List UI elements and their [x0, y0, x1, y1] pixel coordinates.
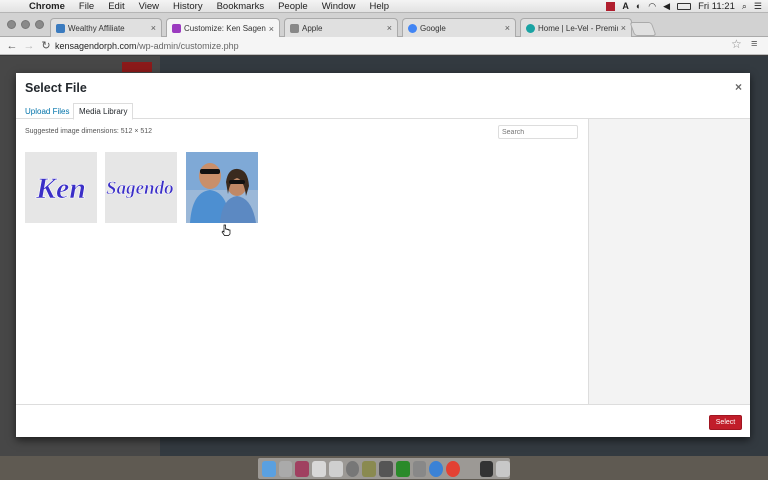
- back-arrow-icon[interactable]: ←: [5, 40, 19, 52]
- app-icon[interactable]: [295, 460, 310, 477]
- modal-footer: Select: [16, 404, 750, 437]
- menu-people[interactable]: People: [271, 1, 315, 12]
- modal-title: Select File: [25, 81, 87, 95]
- attachment-details-sidebar: [588, 119, 750, 404]
- mac-dock: [0, 456, 768, 480]
- media-search-input[interactable]: [498, 125, 578, 139]
- modal-tabs: Upload Files Media Library: [16, 99, 750, 120]
- ken-logo-text: Ken: [35, 172, 86, 205]
- tool-icon[interactable]: [412, 460, 427, 477]
- couple-photo-image: [186, 152, 258, 223]
- apple-favicon-icon: [290, 23, 299, 33]
- tab-wealthy-affiliate[interactable]: Wealthy Affiliate ×: [50, 18, 162, 37]
- thumbnail-sagendorph-logo[interactable]: Sagendo: [105, 152, 177, 223]
- tab-apple[interactable]: Apple ×: [284, 18, 398, 37]
- close-icon[interactable]: ×: [735, 80, 742, 94]
- dock-separator: [463, 461, 477, 477]
- media-toolbar: Suggested image dimensions: 512 × 512: [16, 124, 588, 140]
- menu-help[interactable]: Help: [362, 1, 396, 12]
- thumbnail-ken-logo[interactable]: Ken: [25, 152, 97, 223]
- wordpress-favicon-icon: [172, 24, 181, 33]
- chrome-icon[interactable]: [446, 460, 460, 477]
- close-tab-icon[interactable]: ×: [505, 23, 510, 33]
- hand-cursor-icon: [221, 224, 231, 236]
- tab-customize[interactable]: Customize: Ken Sagendorph ×: [166, 18, 280, 38]
- address-path: /wp-admin/customize.php: [136, 41, 239, 51]
- forward-arrow-icon[interactable]: →: [22, 40, 36, 52]
- adobe-icon[interactable]: A: [622, 1, 629, 11]
- sync-icon[interactable]: ◐: [636, 1, 641, 11]
- backdrop-button: [122, 62, 152, 72]
- finder-icon[interactable]: [262, 460, 276, 477]
- terminal-icon[interactable]: [479, 460, 494, 477]
- app-status-icon[interactable]: [606, 1, 616, 11]
- close-tab-icon[interactable]: ×: [387, 23, 392, 33]
- address-bar[interactable]: kensagendorph.com/wp-admin/customize.php: [55, 39, 745, 53]
- tab-label: Customize: Ken Sagendorph: [184, 24, 266, 33]
- le-vel-favicon-icon: [526, 23, 535, 33]
- battery-icon[interactable]: [677, 2, 692, 10]
- utility-icon[interactable]: [362, 460, 377, 477]
- reload-icon[interactable]: ↻: [39, 39, 53, 52]
- tab-label: Google: [420, 23, 446, 33]
- minimize-window-button[interactable]: [21, 20, 30, 29]
- address-host: kensagendorph.com: [55, 41, 137, 51]
- notes-icon[interactable]: [312, 460, 326, 477]
- wealthy-affiliate-favicon-icon: [56, 23, 65, 33]
- close-tab-icon[interactable]: ×: [621, 23, 626, 33]
- ken-logo-image: Ken: [25, 152, 97, 223]
- volume-icon[interactable]: ◀: [663, 1, 670, 12]
- wifi-icon[interactable]: ◠: [648, 1, 656, 12]
- tab-media-library[interactable]: Media Library: [73, 103, 134, 120]
- menu-window[interactable]: Window: [315, 1, 363, 12]
- spotlight-search-icon[interactable]: ⌕: [742, 1, 747, 12]
- clock[interactable]: Fri 11:21: [698, 1, 735, 12]
- thumbnail-couple-photo[interactable]: [186, 152, 258, 223]
- tab-label: Wealthy Affiliate: [68, 23, 125, 33]
- trash-icon[interactable]: [496, 460, 511, 477]
- browser-toolbar: ← → ↻ kensagendorph.com/wp-admin/customi…: [0, 37, 768, 55]
- menu-bookmarks[interactable]: Bookmarks: [210, 1, 272, 12]
- suggested-dimensions: Suggested image dimensions: 512 × 512: [25, 128, 153, 135]
- camtasia-icon[interactable]: [395, 460, 410, 477]
- tab-le-vel[interactable]: Home | Le-Vel - Premium ×: [520, 18, 632, 37]
- close-tab-icon[interactable]: ×: [269, 24, 274, 34]
- menu-chrome[interactable]: Chrome: [22, 1, 72, 12]
- notification-center-icon[interactable]: ☰: [754, 1, 762, 12]
- system-preferences-icon[interactable]: [345, 460, 360, 477]
- menu-view[interactable]: View: [132, 1, 166, 12]
- tab-google[interactable]: Google ×: [402, 18, 516, 37]
- google-favicon-icon: [408, 23, 417, 33]
- zoom-window-button[interactable]: [35, 20, 44, 29]
- tab-upload-files[interactable]: Upload Files: [20, 103, 74, 119]
- chrome-menu-icon[interactable]: ≡: [751, 38, 757, 50]
- bookmark-star-icon[interactable]: ☆: [731, 37, 742, 51]
- sagendorph-logo-image: Sagendo: [105, 152, 177, 223]
- close-window-button[interactable]: [7, 20, 16, 29]
- window-controls: [7, 20, 44, 29]
- tab-label: Home | Le-Vel - Premium: [538, 23, 618, 33]
- document-icon[interactable]: [328, 460, 343, 477]
- status-area: A ◐ ◠ ◀ Fri 11:21 ⌕ ☰: [606, 1, 768, 12]
- tab-label: Apple: [302, 23, 323, 33]
- new-tab-button[interactable]: [629, 22, 657, 36]
- close-tab-icon[interactable]: ×: [151, 23, 156, 33]
- menu-history[interactable]: History: [166, 1, 210, 12]
- select-button[interactable]: Select: [709, 415, 742, 430]
- preview-icon[interactable]: [278, 460, 293, 477]
- menu-edit[interactable]: Edit: [101, 1, 131, 12]
- dock-shelf: [258, 458, 511, 479]
- safari-icon[interactable]: [429, 460, 444, 477]
- select-file-modal: Select File × Upload Files Media Library…: [16, 73, 750, 437]
- mac-menu-bar: Chrome File Edit View History Bookmarks …: [0, 0, 768, 13]
- sagendorph-logo-text: Sagendo: [106, 178, 174, 199]
- video-icon[interactable]: [379, 460, 393, 477]
- browser-tab-strip: Wealthy Affiliate × Customize: Ken Sagen…: [0, 13, 768, 38]
- menu-file[interactable]: File: [72, 1, 101, 12]
